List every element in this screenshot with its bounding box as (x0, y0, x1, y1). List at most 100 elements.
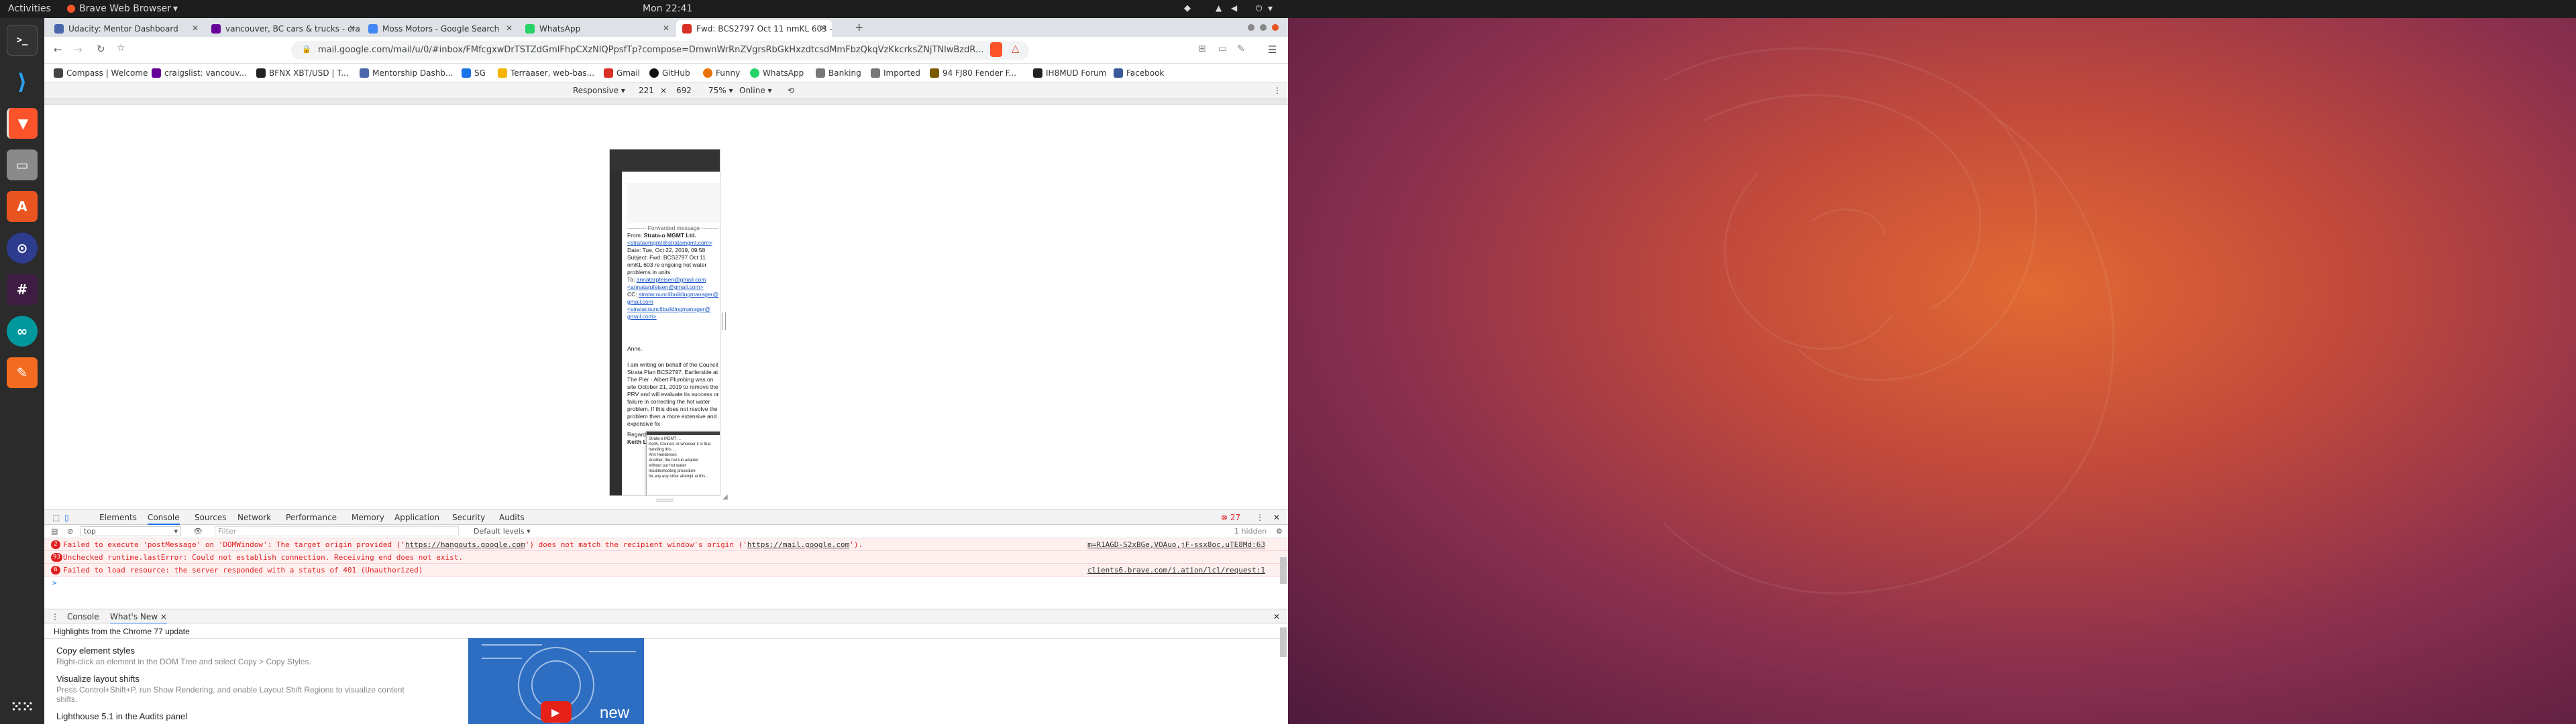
console-prompt[interactable]: > (52, 579, 57, 587)
postman-icon[interactable]: ✎ (7, 357, 38, 388)
close-tab-icon[interactable]: ✕ (663, 23, 669, 33)
cc-email[interactable]: <stratacouncilbuildingmanager@ (627, 306, 720, 314)
app-menu[interactable]: Brave Web Browser (79, 3, 171, 14)
vscode-icon[interactable]: ⟩ (7, 66, 38, 97)
system-menu-arrow[interactable]: ▾ (1268, 3, 1273, 14)
reload-icon[interactable]: ↻ (97, 43, 105, 55)
arduino-icon[interactable]: ∞ (7, 316, 38, 347)
compose-popup[interactable]: Strata-o MGMT ... Keith, Council, or who… (646, 431, 720, 495)
resize-handle-bottom[interactable] (656, 499, 674, 501)
drawer-menu-icon[interactable]: ⋮ (51, 612, 59, 621)
brave-rewards-icon[interactable]: △ (1012, 42, 1020, 54)
close-tab-icon[interactable]: ✕ (349, 23, 356, 33)
show-apps-icon[interactable]: ⁙⁙ (7, 691, 38, 722)
tab-application[interactable]: Application (394, 513, 439, 522)
dropbox-icon[interactable]: ◆ (1184, 3, 1191, 13)
resize-corner-icon[interactable]: ◢ (722, 493, 728, 501)
device-mode-select[interactable]: Responsive ▾ (573, 86, 625, 95)
bookmark-gmail[interactable]: Gmail (604, 68, 640, 78)
tab-network[interactable]: Network (237, 513, 271, 522)
error-source-link[interactable]: clients6.brave.com/i.ation/lcl/request:1 (1087, 566, 1265, 575)
cc-email[interactable]: gmail.com> (627, 313, 720, 321)
console-filter-input[interactable]: Filter (215, 526, 459, 536)
bookmark-facebook[interactable]: Facebook (1114, 68, 1164, 78)
bookmark-terraaser[interactable]: Terraaser, web-bas... (498, 68, 594, 78)
tab-security[interactable]: Security (452, 513, 485, 522)
bookmark-ih8mud[interactable]: IH8MUD Forum (1033, 68, 1106, 78)
console-error-row[interactable]: 93 Unchecked runtime.lastError: Could no… (44, 551, 1288, 564)
console-error-row[interactable]: 2 Failed to execute 'postMessage' on 'DO… (44, 538, 1288, 551)
close-tab-icon[interactable]: × (160, 612, 167, 621)
bookmark-icon[interactable]: ☆ (117, 43, 125, 54)
tab-google-search[interactable]: Moss Motors - Google Search ✕ (362, 20, 518, 37)
bookmark-bfnx[interactable]: BFNX XBT/USD | T... (256, 68, 349, 78)
devtools-close-icon[interactable]: ✕ (1273, 513, 1280, 522)
tab-console[interactable]: Console (148, 513, 180, 525)
cc-email[interactable]: gmail.com (627, 298, 720, 306)
vpn-lock-icon[interactable]: ⊙ (7, 233, 38, 263)
volume-icon[interactable]: ◀ (1231, 3, 1237, 13)
console-settings-icon[interactable]: ⚙ (1276, 527, 1283, 536)
tab-elements[interactable]: Elements (99, 513, 137, 522)
error-counter[interactable]: ⊗ 27 (1221, 513, 1240, 522)
feature-title[interactable]: Copy element styles (56, 646, 135, 656)
sidebar-toggle-icon[interactable]: ▤ (51, 527, 58, 536)
address-bar[interactable]: 🔒 mail.google.com/mail/u/0/#inbox/FMfcgx… (291, 41, 1029, 60)
to-email[interactable]: <annatarpfeisen@gmail.com> (627, 284, 720, 292)
height-input[interactable]: 692 (676, 86, 692, 95)
files-icon[interactable]: ▭ (7, 149, 38, 180)
bookmark-banking-folder[interactable]: Banking (816, 68, 861, 78)
rotate-icon[interactable]: ⟲ (788, 86, 794, 95)
live-expression-eye-icon[interactable]: 👁 (193, 527, 203, 536)
tab-udacity[interactable]: Udacity: Mentor Dashboard ✕ (48, 20, 204, 37)
brave-browser-icon[interactable]: ▼ (7, 108, 38, 139)
close-tab-icon[interactable]: ✕ (192, 23, 199, 33)
bookmark-mentorship[interactable]: Mentorship Dashb... (360, 68, 453, 78)
feature-title[interactable]: Visualize layout shifts (56, 674, 140, 684)
console-scrollbar[interactable] (1280, 557, 1287, 584)
bookmark-compass[interactable]: Compass | Welcome (54, 68, 148, 78)
bookmark-fj80[interactable]: 94 FJ80 Fender F... (930, 68, 1016, 78)
drawer-scrollbar[interactable] (1280, 627, 1287, 657)
extension-icon[interactable]: ⊞ (1198, 44, 1206, 54)
bookmark-imported-folder[interactable]: Imported (871, 68, 920, 78)
close-tab-icon[interactable]: ✕ (820, 23, 826, 33)
tab-gmail[interactable]: Fwd: BCS2797 Oct 11 nmKL 603 - Gmail✕ (676, 20, 832, 37)
whats-new-video-thumbnail[interactable]: ▶ new (468, 638, 644, 724)
menu-icon[interactable]: ☰ (1268, 44, 1277, 56)
console-error-row[interactable]: 6 Failed to load resource: the server re… (44, 564, 1288, 577)
device-toolbar-menu-icon[interactable]: ⋮ (1273, 86, 1281, 95)
brave-shields-icon[interactable] (990, 42, 1002, 57)
devtools-menu-icon[interactable]: ⋮ (1256, 513, 1264, 522)
cast-icon[interactable]: ▭ (1218, 44, 1227, 54)
error-source-link[interactable]: m=R1AGD-S2xBGe,VOAuo,jF-ssx8oc,uTE8Md:63 (1087, 540, 1265, 549)
new-tab-button[interactable]: + (855, 21, 863, 34)
close-tab-icon[interactable]: ✕ (506, 23, 513, 33)
back-icon[interactable]: ← (54, 44, 62, 56)
bookmark-craigslist[interactable]: craigslist: vancouv... (152, 68, 247, 78)
tab-whatsapp[interactable]: WhatsApp ✕ (519, 20, 675, 37)
terminal-icon[interactable]: >_ (7, 25, 38, 56)
youtube-play-button[interactable]: ▶ (541, 701, 572, 723)
resize-handle-right[interactable] (722, 312, 726, 330)
device-toggle-icon[interactable]: ▯ (64, 513, 69, 522)
bookmark-github[interactable]: GitHub (649, 68, 690, 78)
inspect-element-icon[interactable]: ⬚ (52, 513, 60, 522)
zoom-select[interactable]: 75% ▾ (708, 86, 733, 95)
close-window-button[interactable] (1272, 24, 1279, 31)
tab-audits[interactable]: Audits (499, 513, 525, 522)
pen-icon[interactable]: ✎ (1237, 44, 1245, 54)
tab-craigslist[interactable]: vancouver, BC cars & trucks - craigslist… (205, 20, 361, 37)
clock[interactable]: Mon 22:41 (643, 3, 692, 14)
tab-memory[interactable]: Memory (352, 513, 384, 522)
context-select[interactable]: top ▾ (80, 526, 181, 536)
maximize-button[interactable] (1260, 24, 1267, 31)
width-input[interactable]: 221 (639, 86, 654, 95)
drawer-tab-whats-new[interactable]: What's New × (110, 612, 167, 624)
software-center-icon[interactable]: A (7, 191, 38, 222)
slack-icon[interactable]: # (7, 274, 38, 305)
drawer-tab-console[interactable]: Console (67, 612, 99, 621)
activities-button[interactable]: Activities (8, 3, 51, 14)
drawer-close-icon[interactable]: ✕ (1273, 612, 1280, 621)
bookmark-sg[interactable]: SG (462, 68, 486, 78)
